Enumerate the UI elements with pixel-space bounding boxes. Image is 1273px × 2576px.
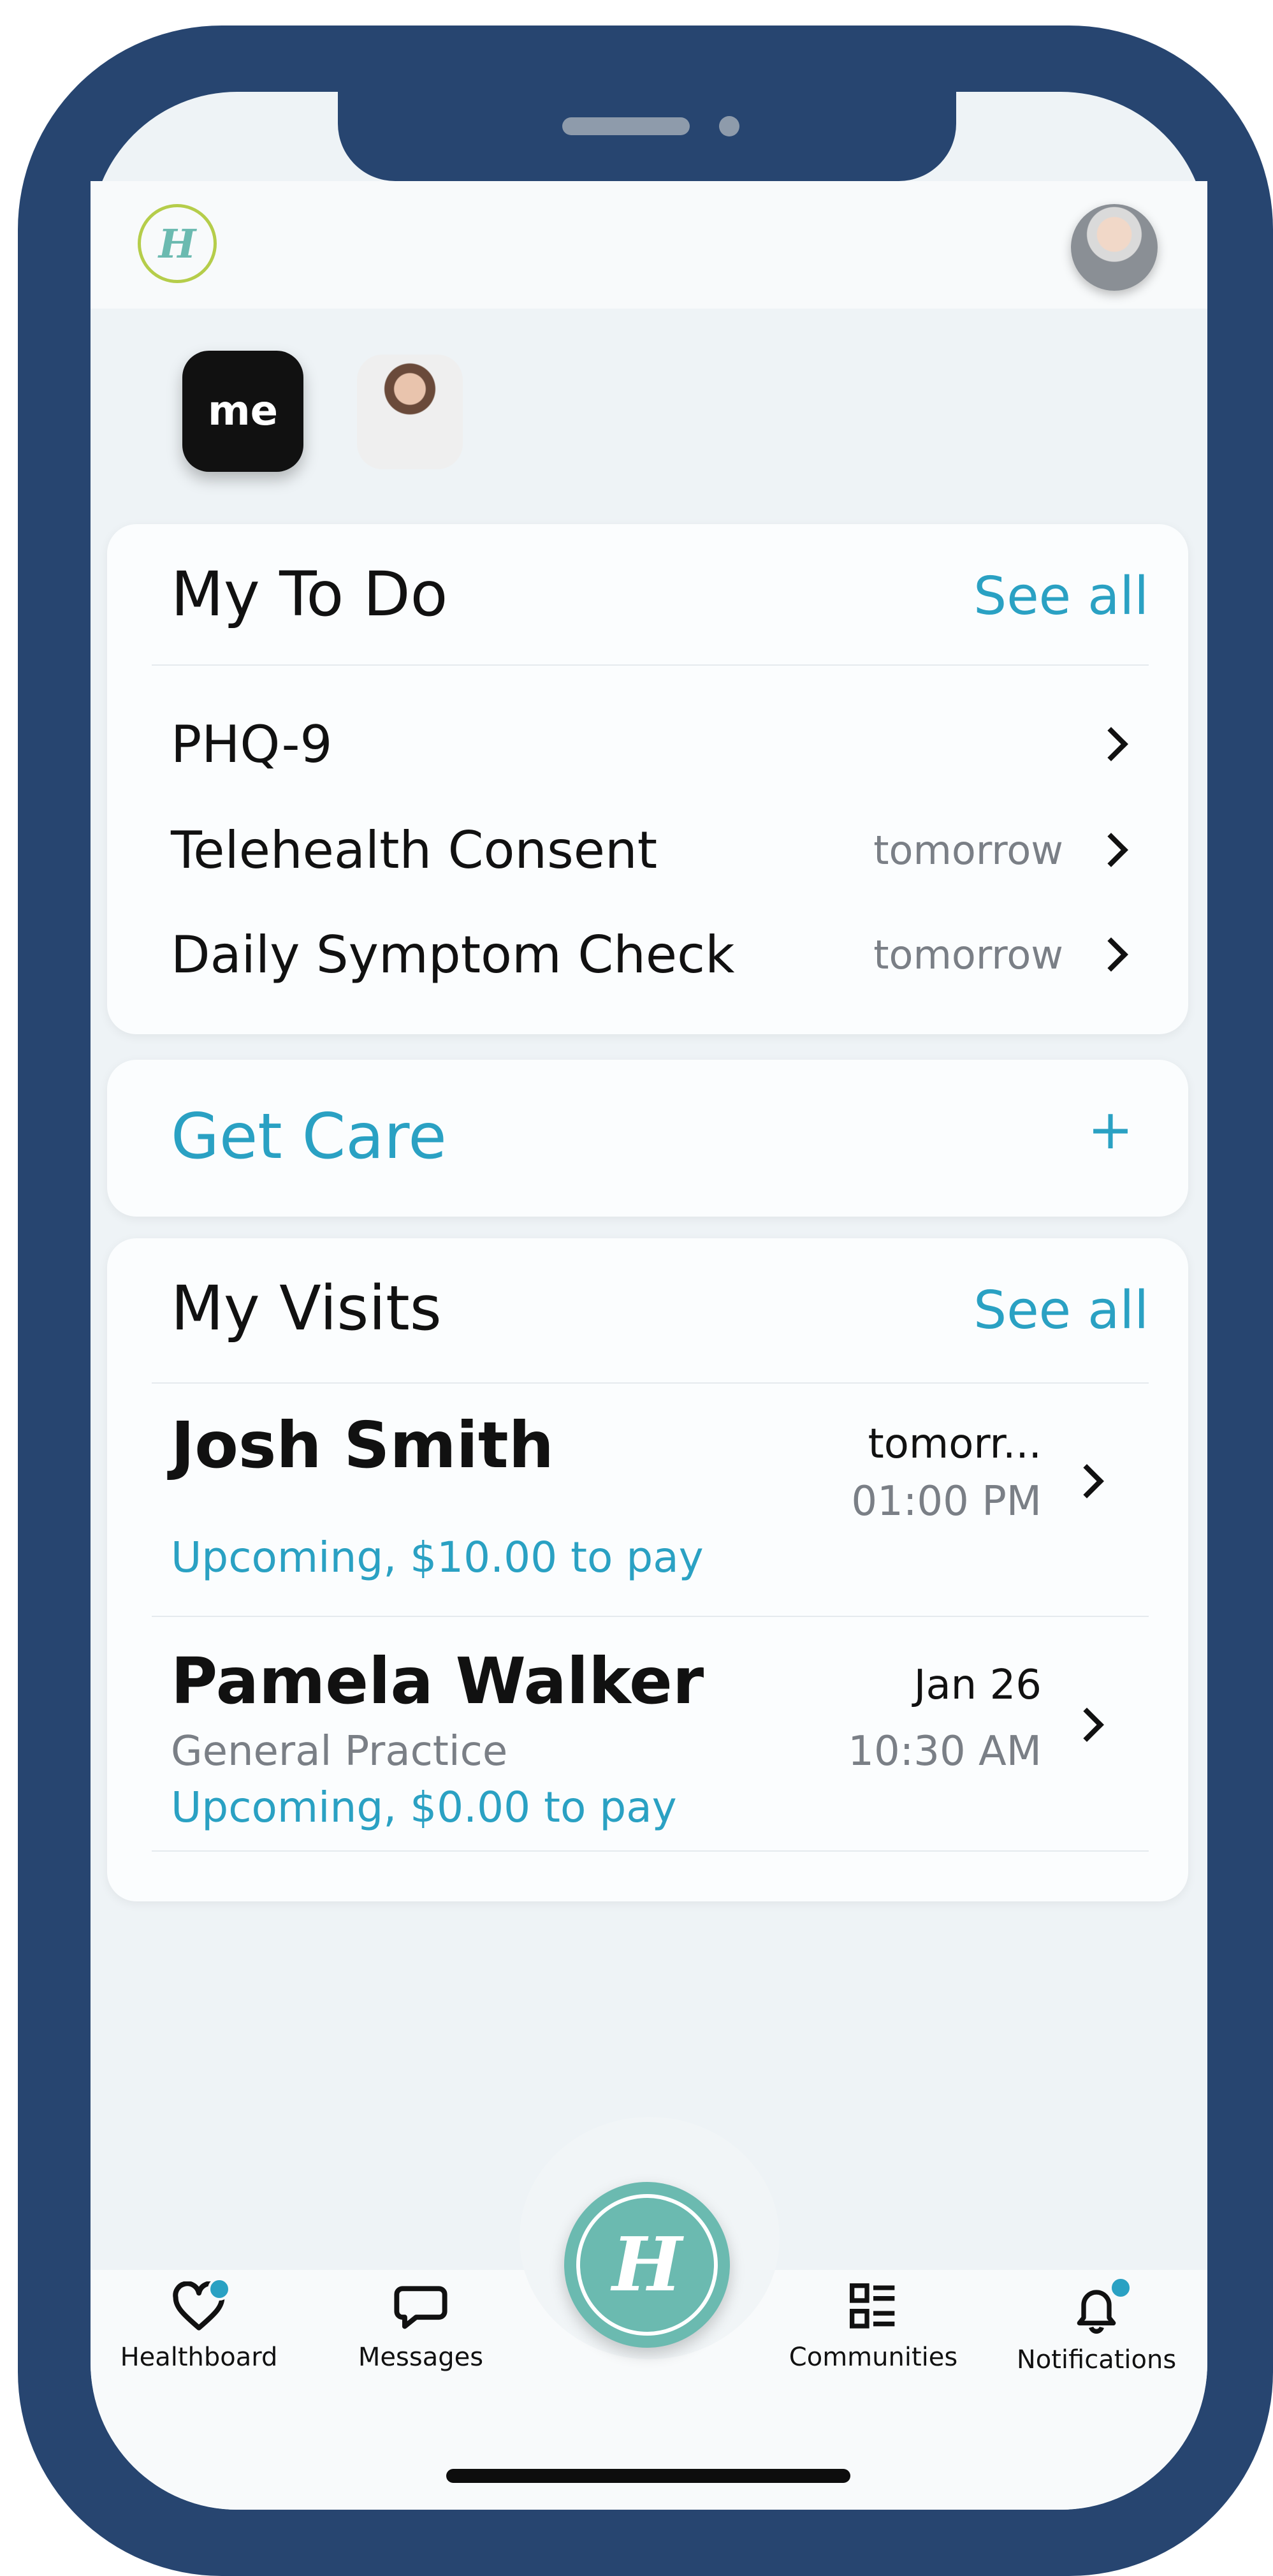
brand-logo-icon: H — [576, 2194, 718, 2336]
todo-item[interactable]: Daily Symptom Check tomorrow — [171, 919, 1149, 990]
todo-card: My To Do See all PHQ-9 Telehealth Consen… — [107, 524, 1188, 1034]
tab-label: Messages — [358, 2343, 484, 2372]
tab-label: Healthboard — [120, 2343, 278, 2372]
tab-messages[interactable]: Messages — [344, 2281, 497, 2372]
chevron-right-icon — [1094, 727, 1128, 761]
visits-divider — [152, 1850, 1149, 1852]
visit-row[interactable]: Pamela Walker General Practice Upcoming,… — [107, 1616, 1188, 1852]
todo-item-label: PHQ-9 — [171, 714, 333, 774]
visits-title: My Visits — [171, 1273, 442, 1344]
profile-chip-me[interactable]: me — [182, 351, 303, 472]
get-care-title: Get Care — [171, 1101, 447, 1173]
brand-logo-icon[interactable]: H — [138, 204, 217, 283]
visit-time: 10:30 AM — [848, 1728, 1042, 1775]
visit-specialty: General Practice — [171, 1728, 508, 1775]
todo-title: My To Do — [171, 559, 448, 630]
tab-notifications[interactable]: Notifications — [1007, 2276, 1186, 2375]
chevron-right-icon — [1070, 1708, 1104, 1742]
visit-row[interactable]: Josh Smith Upcoming, $10.00 to pay tomor… — [107, 1382, 1188, 1612]
chevron-right-icon — [1094, 937, 1128, 972]
visit-date: tomorr... — [868, 1421, 1042, 1468]
chevron-right-icon — [1094, 833, 1128, 867]
visit-provider-name: Pamela Walker — [171, 1644, 704, 1718]
healthboard-badge — [208, 2278, 231, 2301]
profile-chip-dependent-avatar[interactable] — [357, 355, 463, 469]
todo-item-due: tomorrow — [873, 931, 1063, 978]
top-bar — [91, 181, 1207, 309]
get-care-card[interactable]: Get Care + — [107, 1060, 1188, 1217]
visit-status: Upcoming, $10.00 to pay — [171, 1533, 704, 1582]
home-indicator — [446, 2469, 850, 2483]
user-avatar[interactable] — [1071, 204, 1158, 291]
visits-card: My Visits See all Josh Smith Upcoming, $… — [107, 1238, 1188, 1901]
tab-label: Notifications — [1016, 2345, 1177, 2375]
notifications-badge — [1109, 2276, 1132, 2299]
todo-item-label: Telehealth Consent — [171, 820, 658, 880]
todo-item[interactable]: Telehealth Consent tomorrow — [171, 815, 1149, 885]
visits-see-all-link[interactable]: See all — [973, 1280, 1149, 1341]
todo-see-all-link[interactable]: See all — [973, 566, 1149, 627]
add-care-button[interactable]: + — [1088, 1098, 1133, 1162]
tab-communities[interactable]: Communities — [779, 2281, 968, 2372]
home-logo-button[interactable]: H — [564, 2182, 730, 2348]
list-grid-icon — [850, 2283, 895, 2329]
notch-speaker — [562, 117, 690, 135]
tab-label: Communities — [789, 2343, 958, 2372]
todo-item-label: Daily Symptom Check — [171, 925, 735, 984]
tab-healthboard[interactable]: Healthboard — [116, 2278, 282, 2372]
visit-date: Jan 26 — [913, 1662, 1042, 1709]
visit-provider-name: Josh Smith — [171, 1408, 554, 1482]
chevron-right-icon — [1070, 1464, 1104, 1498]
visit-time: 01:00 PM — [851, 1478, 1042, 1525]
todo-item[interactable]: PHQ-9 — [171, 709, 1149, 779]
todo-item-due: tomorrow — [873, 826, 1063, 874]
notch-camera — [719, 116, 739, 136]
chat-bubble-icon — [394, 2286, 447, 2329]
phone-notch — [338, 92, 956, 181]
visit-status: Upcoming, $0.00 to pay — [171, 1783, 677, 1832]
todo-divider — [152, 664, 1149, 666]
